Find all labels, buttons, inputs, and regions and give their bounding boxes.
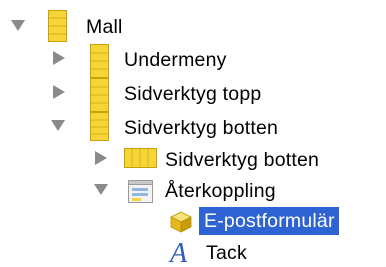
- template-page-icon: [48, 10, 68, 43]
- tree-item-label: Sidverktyg topp: [124, 83, 262, 105]
- page-icon: [90, 112, 110, 142]
- tree-item-mall[interactable]: Mall: [0, 10, 386, 46]
- page-icon: [90, 78, 110, 112]
- tree-view: Mall Undermeny Sidverktyg topp Sidverkty…: [0, 0, 386, 267]
- disclosure-expanded-icon[interactable]: [10, 18, 30, 38]
- disclosure-expanded-icon[interactable]: [93, 182, 113, 202]
- tree-item-label: Sidverktyg botten: [124, 117, 279, 139]
- disclosure-expanded-icon[interactable]: [50, 118, 70, 138]
- tree-item-label: Återkoppling: [165, 180, 276, 202]
- tree-item-sidverktyg-topp[interactable]: Sidverktyg topp: [0, 78, 386, 114]
- disclosure-collapsed-icon[interactable]: [94, 150, 114, 170]
- tree-item-label: Mall: [86, 16, 123, 38]
- tree-item-label: Tack: [206, 242, 247, 264]
- text-a-icon: A: [168, 238, 196, 266]
- disclosure-collapsed-icon[interactable]: [52, 84, 72, 104]
- form-page-icon: [128, 180, 154, 204]
- cube-icon: [170, 211, 192, 233]
- column-layout-icon: [124, 148, 158, 168]
- tree-item-label: E-postformulär: [199, 207, 339, 235]
- svg-text:A: A: [168, 238, 188, 266]
- tree-item-undermeny[interactable]: Undermeny: [0, 44, 386, 80]
- tree-item-tack[interactable]: A Tack: [0, 238, 386, 267]
- page-icon: [90, 44, 110, 78]
- disclosure-collapsed-icon[interactable]: [52, 50, 72, 70]
- tree-item-label: Sidverktyg botten: [165, 149, 320, 171]
- tree-item-sidverktyg-botten[interactable]: Sidverktyg botten: [0, 112, 386, 148]
- tree-item-label: Undermeny: [124, 49, 227, 71]
